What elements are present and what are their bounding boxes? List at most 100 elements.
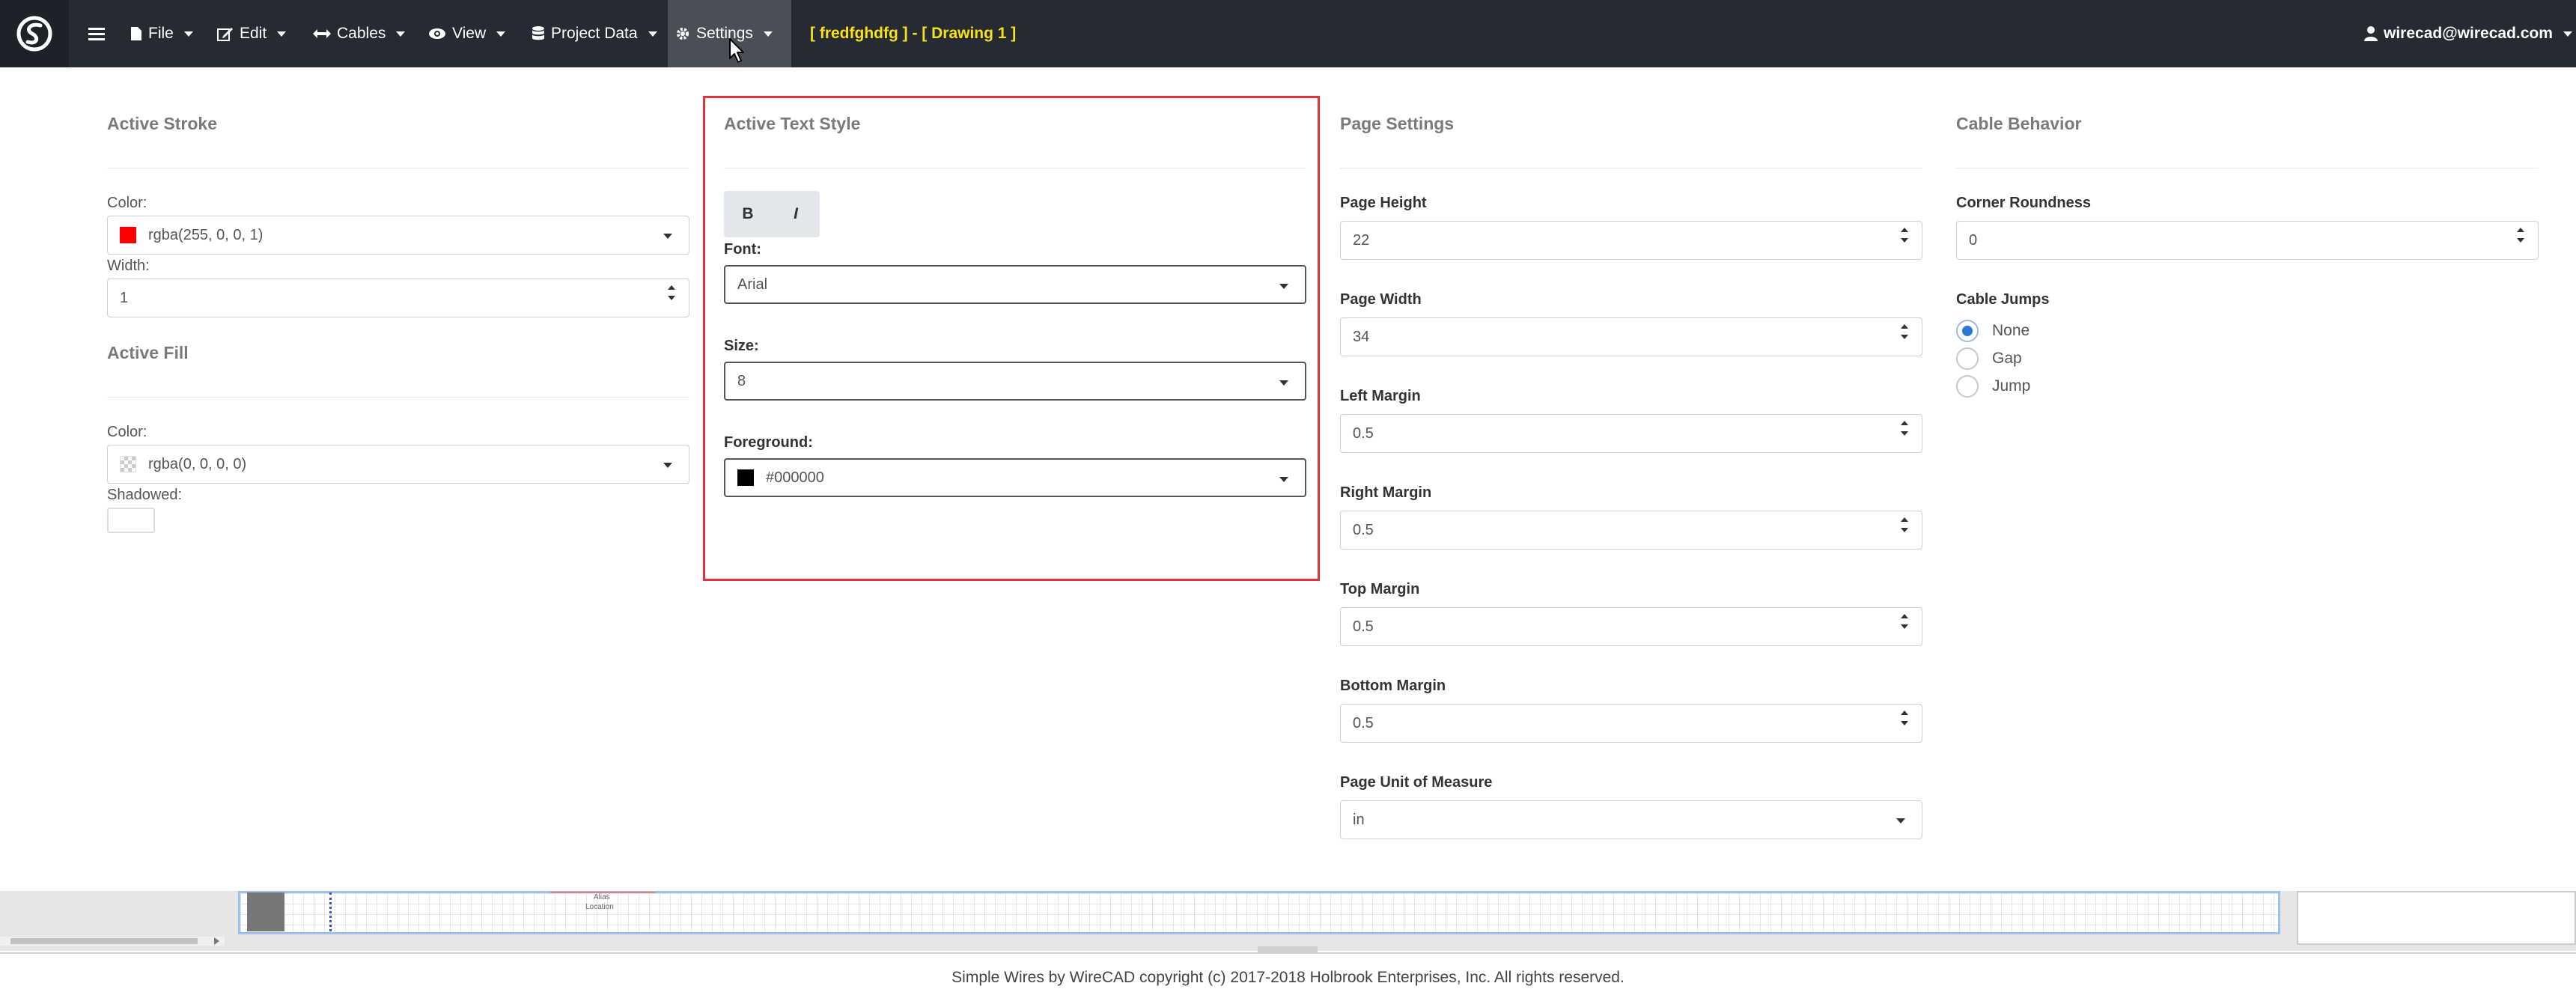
properties-pane [2297,891,2576,945]
chevron-down-icon [396,31,406,37]
corner-roundness-label: Corner Roundness [1956,195,2092,211]
number-spinner-icon[interactable] [668,285,675,300]
number-spinner-icon[interactable] [1901,711,1908,725]
transparent-swatch [120,456,136,472]
right-margin-input[interactable]: 0.5 [1340,511,1922,550]
menu-edit-label: Edit [240,25,267,42]
wirecad-logo-icon [16,16,52,52]
stroke-width-input[interactable]: 1 [107,279,689,317]
menu-file-label: File [148,25,174,42]
user-icon [2364,26,2378,41]
radio-unselected-icon[interactable] [1956,375,1979,398]
active-text-style-highlight [703,96,1320,581]
page-height-input[interactable]: 22 [1340,221,1922,260]
stroke-width-label: Width: [107,258,150,274]
chevron-down-icon [648,31,657,37]
page-width-input[interactable]: 34 [1340,317,1922,356]
italic-button[interactable]: I [772,191,820,237]
size-label: Size: [724,338,759,354]
menu-edit[interactable]: Edit [210,0,293,67]
hamburger-icon [88,28,105,40]
top-margin-input[interactable]: 0.5 [1340,607,1922,646]
top-margin-value: 0.5 [1353,618,1374,635]
stroke-color-label: Color: [107,195,147,211]
cable-jump-option-label: Jump [1992,377,2031,395]
drawing-canvas[interactable] [238,891,2280,934]
size-value: 8 [737,372,746,389]
chevron-down-icon [277,31,287,37]
left-margin-input[interactable]: 0.5 [1340,414,1922,453]
user-menu[interactable]: wirecad@wirecad.com [2357,0,2576,67]
foreground-color-select[interactable]: #000000 [724,458,1306,497]
foreground-value: #000000 [766,469,824,486]
cable-jump-option-gap[interactable]: Gap [1956,347,2022,370]
radio-unselected-icon[interactable] [1956,347,1979,370]
number-spinner-icon[interactable] [1901,228,1908,243]
chevron-down-icon [1279,380,1288,386]
app-logo[interactable] [0,0,69,67]
canvas-alias-text: Alias [594,893,610,901]
chevron-down-icon [663,463,672,468]
number-spinner-icon[interactable] [2517,228,2524,243]
left-margin-label: Left Margin [1340,388,1421,404]
chevron-down-icon [1896,818,1905,824]
hamburger-menu-button[interactable] [81,0,112,67]
radio-selected-icon[interactable] [1956,320,1979,342]
gear-icon [677,28,689,40]
font-label: Font: [724,241,761,258]
page-unit-label: Page Unit of Measure [1340,774,1493,791]
foreground-label: Foreground: [724,434,813,451]
number-spinner-icon[interactable] [1901,421,1908,436]
page-settings-title: Page Settings [1340,114,1455,133]
bottom-margin-input[interactable]: 0.5 [1340,704,1922,743]
mouse-cursor-icon [729,38,744,63]
scroll-right-icon[interactable] [214,937,219,945]
menu-file[interactable]: File [123,0,201,67]
number-spinner-icon[interactable] [1901,614,1908,629]
menu-cables-label: Cables [337,25,386,42]
arrows-horizontal-icon [313,29,331,38]
fill-color-select[interactable]: rgba(0, 0, 0, 0) [107,445,689,484]
canvas-location-text: Location [585,903,614,911]
page-unit-select[interactable]: in [1340,800,1922,839]
chevron-down-icon [663,234,672,239]
divider [107,397,689,398]
page-height-value: 22 [1353,231,1370,249]
active-fill-title: Active Fill [107,343,189,362]
settings-dropdown-panel: Active Stroke Color: rgba(255, 0, 0, 1) … [0,67,2576,891]
cable-jump-option-jump[interactable]: Jump [1956,375,2030,398]
menu-project-data[interactable]: Project Data [524,0,665,67]
edit-icon [217,28,233,41]
corner-roundness-input[interactable]: 0 [1956,221,2539,260]
corner-roundness-value: 0 [1969,231,1978,249]
cable-behavior-title: Cable Behavior [1956,114,2082,133]
stroke-color-swatch [120,227,136,243]
menu-view[interactable]: View [421,0,513,67]
stroke-color-value: rgba(255, 0, 0, 1) [148,226,264,243]
size-select[interactable]: 8 [724,362,1306,401]
pane-splitter-handle[interactable] [1258,946,1318,952]
page-unit-value: in [1353,811,1365,828]
font-select[interactable]: Arial [724,265,1306,304]
user-email: wirecad@wirecad.com [2384,25,2553,42]
canvas-guide-line [329,892,332,931]
bold-button[interactable]: B [724,191,772,237]
chevron-down-icon [1279,284,1288,289]
eye-icon [429,28,445,39]
cable-jump-option-none[interactable]: None [1956,320,2030,342]
stroke-width-value: 1 [120,289,129,306]
scrollbar-thumb[interactable] [10,938,198,944]
cable-jumps-label: Cable Jumps [1956,291,2050,308]
canvas-page-edge [247,892,284,931]
number-spinner-icon[interactable] [1901,517,1908,532]
document-title: [ fredfghdfg ] - [ Drawing 1 ] [810,25,1017,42]
top-navbar: File Edit Cables View Project Data Setti… [0,0,2576,67]
active-stroke-title: Active Stroke [107,114,218,133]
menu-project-data-label: Project Data [551,25,638,42]
page-height-label: Page Height [1340,195,1427,211]
shadowed-toggle[interactable] [107,508,155,533]
stroke-color-select[interactable]: rgba(255, 0, 0, 1) [107,216,689,255]
menu-cables[interactable]: Cables [305,0,412,67]
foreground-color-swatch [737,469,754,486]
number-spinner-icon[interactable] [1901,324,1908,339]
